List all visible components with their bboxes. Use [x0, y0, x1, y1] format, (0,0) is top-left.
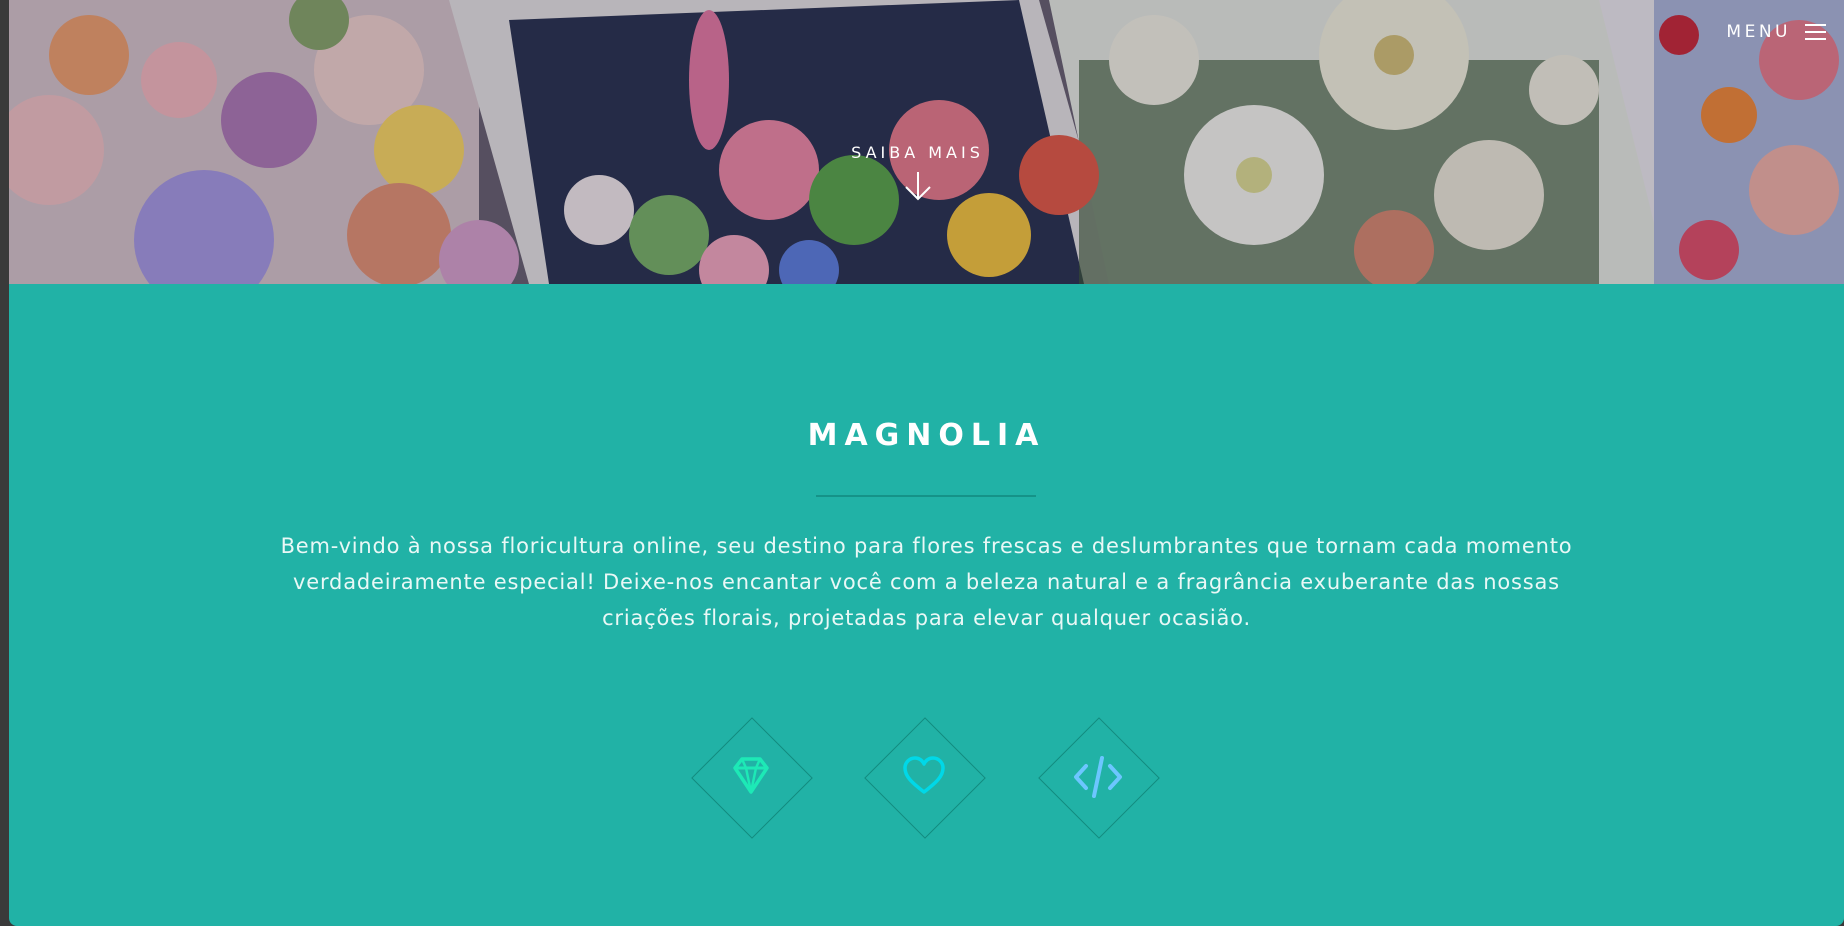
saiba-mais-label: SAIBA MAIS [851, 143, 984, 162]
code-icon [1074, 756, 1122, 798]
hero-overlay [9, 0, 1844, 284]
page-title: MAGNOLIA [807, 418, 1046, 453]
feature-code [1038, 717, 1160, 839]
title-divider [816, 495, 1036, 497]
intro-description: Bem-vindo à nossa floricultura online, s… [280, 534, 1573, 630]
menu-button[interactable]: MENU [1726, 22, 1826, 42]
hero-banner: MENU SAIBA MAIS [9, 0, 1844, 284]
arrow-down-icon [904, 172, 931, 201]
heart-icon [903, 756, 945, 794]
diamond-icon [733, 757, 769, 794]
feature-heart [864, 717, 986, 839]
page: MENU SAIBA MAIS MAGNOLIA Bem-vindo à nos… [9, 0, 1844, 926]
feature-diamond [691, 717, 813, 839]
saiba-mais-link[interactable]: SAIBA MAIS [9, 143, 1826, 202]
hamburger-icon [1805, 24, 1826, 40]
menu-label: MENU [1726, 22, 1791, 42]
